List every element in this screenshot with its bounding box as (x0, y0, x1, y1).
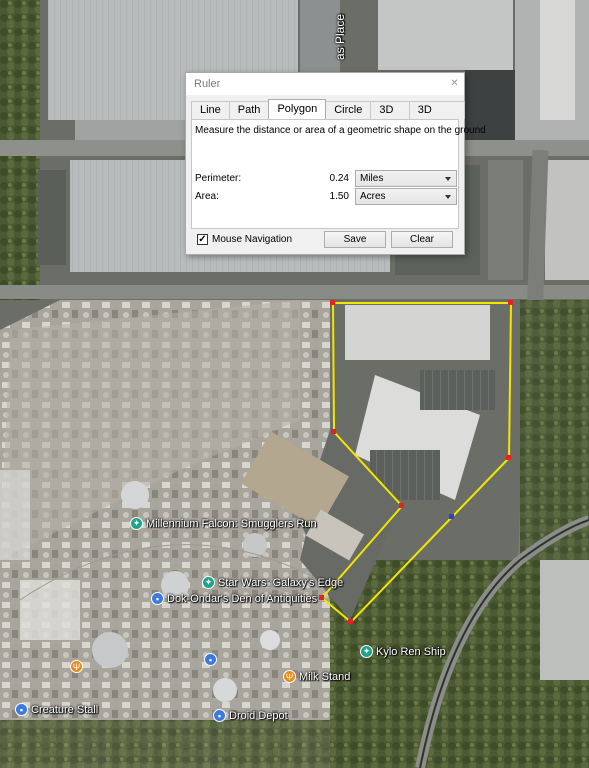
perimeter-unit-select[interactable]: Miles (355, 170, 457, 187)
tab-3d-polygon[interactable]: 3D polygon (408, 101, 466, 133)
area-row: Area: 1.50 Acres (195, 188, 457, 206)
instruction-text: Measure the distance or area of a geomet… (195, 125, 486, 136)
area-value: 1.50 (329, 191, 349, 202)
poi-blue-marker[interactable]: ▪ (204, 653, 217, 666)
poi-galaxys-edge[interactable]: ✦ Star Wars: Galaxy's Edge (202, 576, 343, 589)
poi-milk-stand[interactable]: Ψ Milk Stand (283, 670, 350, 683)
food-icon: Ψ (70, 660, 83, 673)
mouse-navigation-checkbox[interactable]: ✓ Mouse Navigation (197, 234, 292, 245)
poi-label: Creature Stall (31, 703, 99, 716)
poi-orange-marker[interactable]: Ψ (70, 660, 83, 673)
close-icon[interactable]: ✕ (449, 78, 460, 89)
ruler-title: Ruler (194, 78, 221, 90)
polygon-vertex[interactable] (508, 300, 513, 305)
food-icon: Ψ (283, 670, 296, 683)
poi-millennium-falcon[interactable]: ✦ Millennium Falcon: Smugglers Run (130, 517, 317, 530)
tab-path[interactable]: Path (228, 101, 270, 119)
perimeter-row: Perimeter: 0.24 Miles (195, 170, 457, 188)
area-unit-select[interactable]: Acres (355, 188, 457, 205)
poi-droid-depot[interactable]: ▪ Droid Depot (213, 709, 288, 722)
shop-icon: ▪ (204, 653, 217, 666)
polygon-vertex[interactable] (331, 429, 336, 434)
poi-label: Kylo Ren Ship (376, 645, 446, 658)
save-button[interactable]: Save (324, 231, 386, 248)
polygon-vertex[interactable] (506, 455, 511, 460)
chevron-down-icon (445, 177, 451, 181)
poi-label: Milk Stand (299, 670, 351, 683)
poi-kylo-ren-ship[interactable]: ✦ Kylo Ren Ship (360, 645, 446, 658)
area-label: Area: (195, 191, 219, 202)
shop-icon: ▪ (213, 709, 226, 722)
street-label: as Place (333, 13, 347, 60)
polygon-vertex[interactable] (319, 595, 324, 600)
perimeter-value: 0.24 (329, 173, 349, 184)
shop-icon: ▪ (151, 592, 164, 605)
tab-polygon[interactable]: Polygon (268, 99, 327, 119)
tab-3d-path[interactable]: 3D path (370, 101, 410, 133)
perimeter-unit: Miles (360, 173, 384, 184)
poi-label: Star Wars: Galaxy's Edge (218, 576, 344, 589)
ruler-tabs: Line Path Polygon Circle 3D path 3D poly… (191, 99, 466, 133)
polygon-vertex[interactable] (348, 619, 353, 624)
polygon-midpoint[interactable] (449, 514, 454, 519)
polygon-vertex[interactable] (330, 300, 335, 305)
checkbox-icon[interactable]: ✓ (197, 234, 208, 245)
area-unit: Acres (360, 191, 386, 202)
poi-label: Droid Depot (229, 709, 288, 722)
tab-circle[interactable]: Circle (325, 101, 372, 119)
polygon-vertex[interactable] (399, 503, 404, 508)
shop-icon: ▪ (15, 703, 28, 716)
poi-label: Dok-Ondar's Den of Antiquities (167, 592, 318, 605)
chevron-down-icon (445, 195, 451, 199)
clear-button[interactable]: Clear (391, 231, 453, 248)
attraction-icon: ✦ (130, 517, 143, 530)
attraction-icon: ✦ (202, 576, 215, 589)
poi-creature-stall[interactable]: ▪ Creature Stall (15, 703, 98, 716)
poi-dok-ondar[interactable]: ▪ Dok-Ondar's Den of Antiquities (151, 592, 317, 605)
tab-line[interactable]: Line (191, 101, 230, 119)
polygon-tab-panel: Measure the distance or area of a geomet… (191, 119, 486, 229)
ruler-titlebar[interactable]: Ruler ✕ (186, 73, 464, 95)
perimeter-label: Perimeter: (195, 173, 242, 184)
ruler-dialog: Ruler ✕ Line Path Polygon Circle 3D path… (185, 72, 486, 255)
mouse-navigation-label: Mouse Navigation (212, 234, 293, 245)
poi-label: Millennium Falcon: Smugglers Run (146, 517, 317, 530)
attraction-icon: ✦ (360, 645, 373, 658)
